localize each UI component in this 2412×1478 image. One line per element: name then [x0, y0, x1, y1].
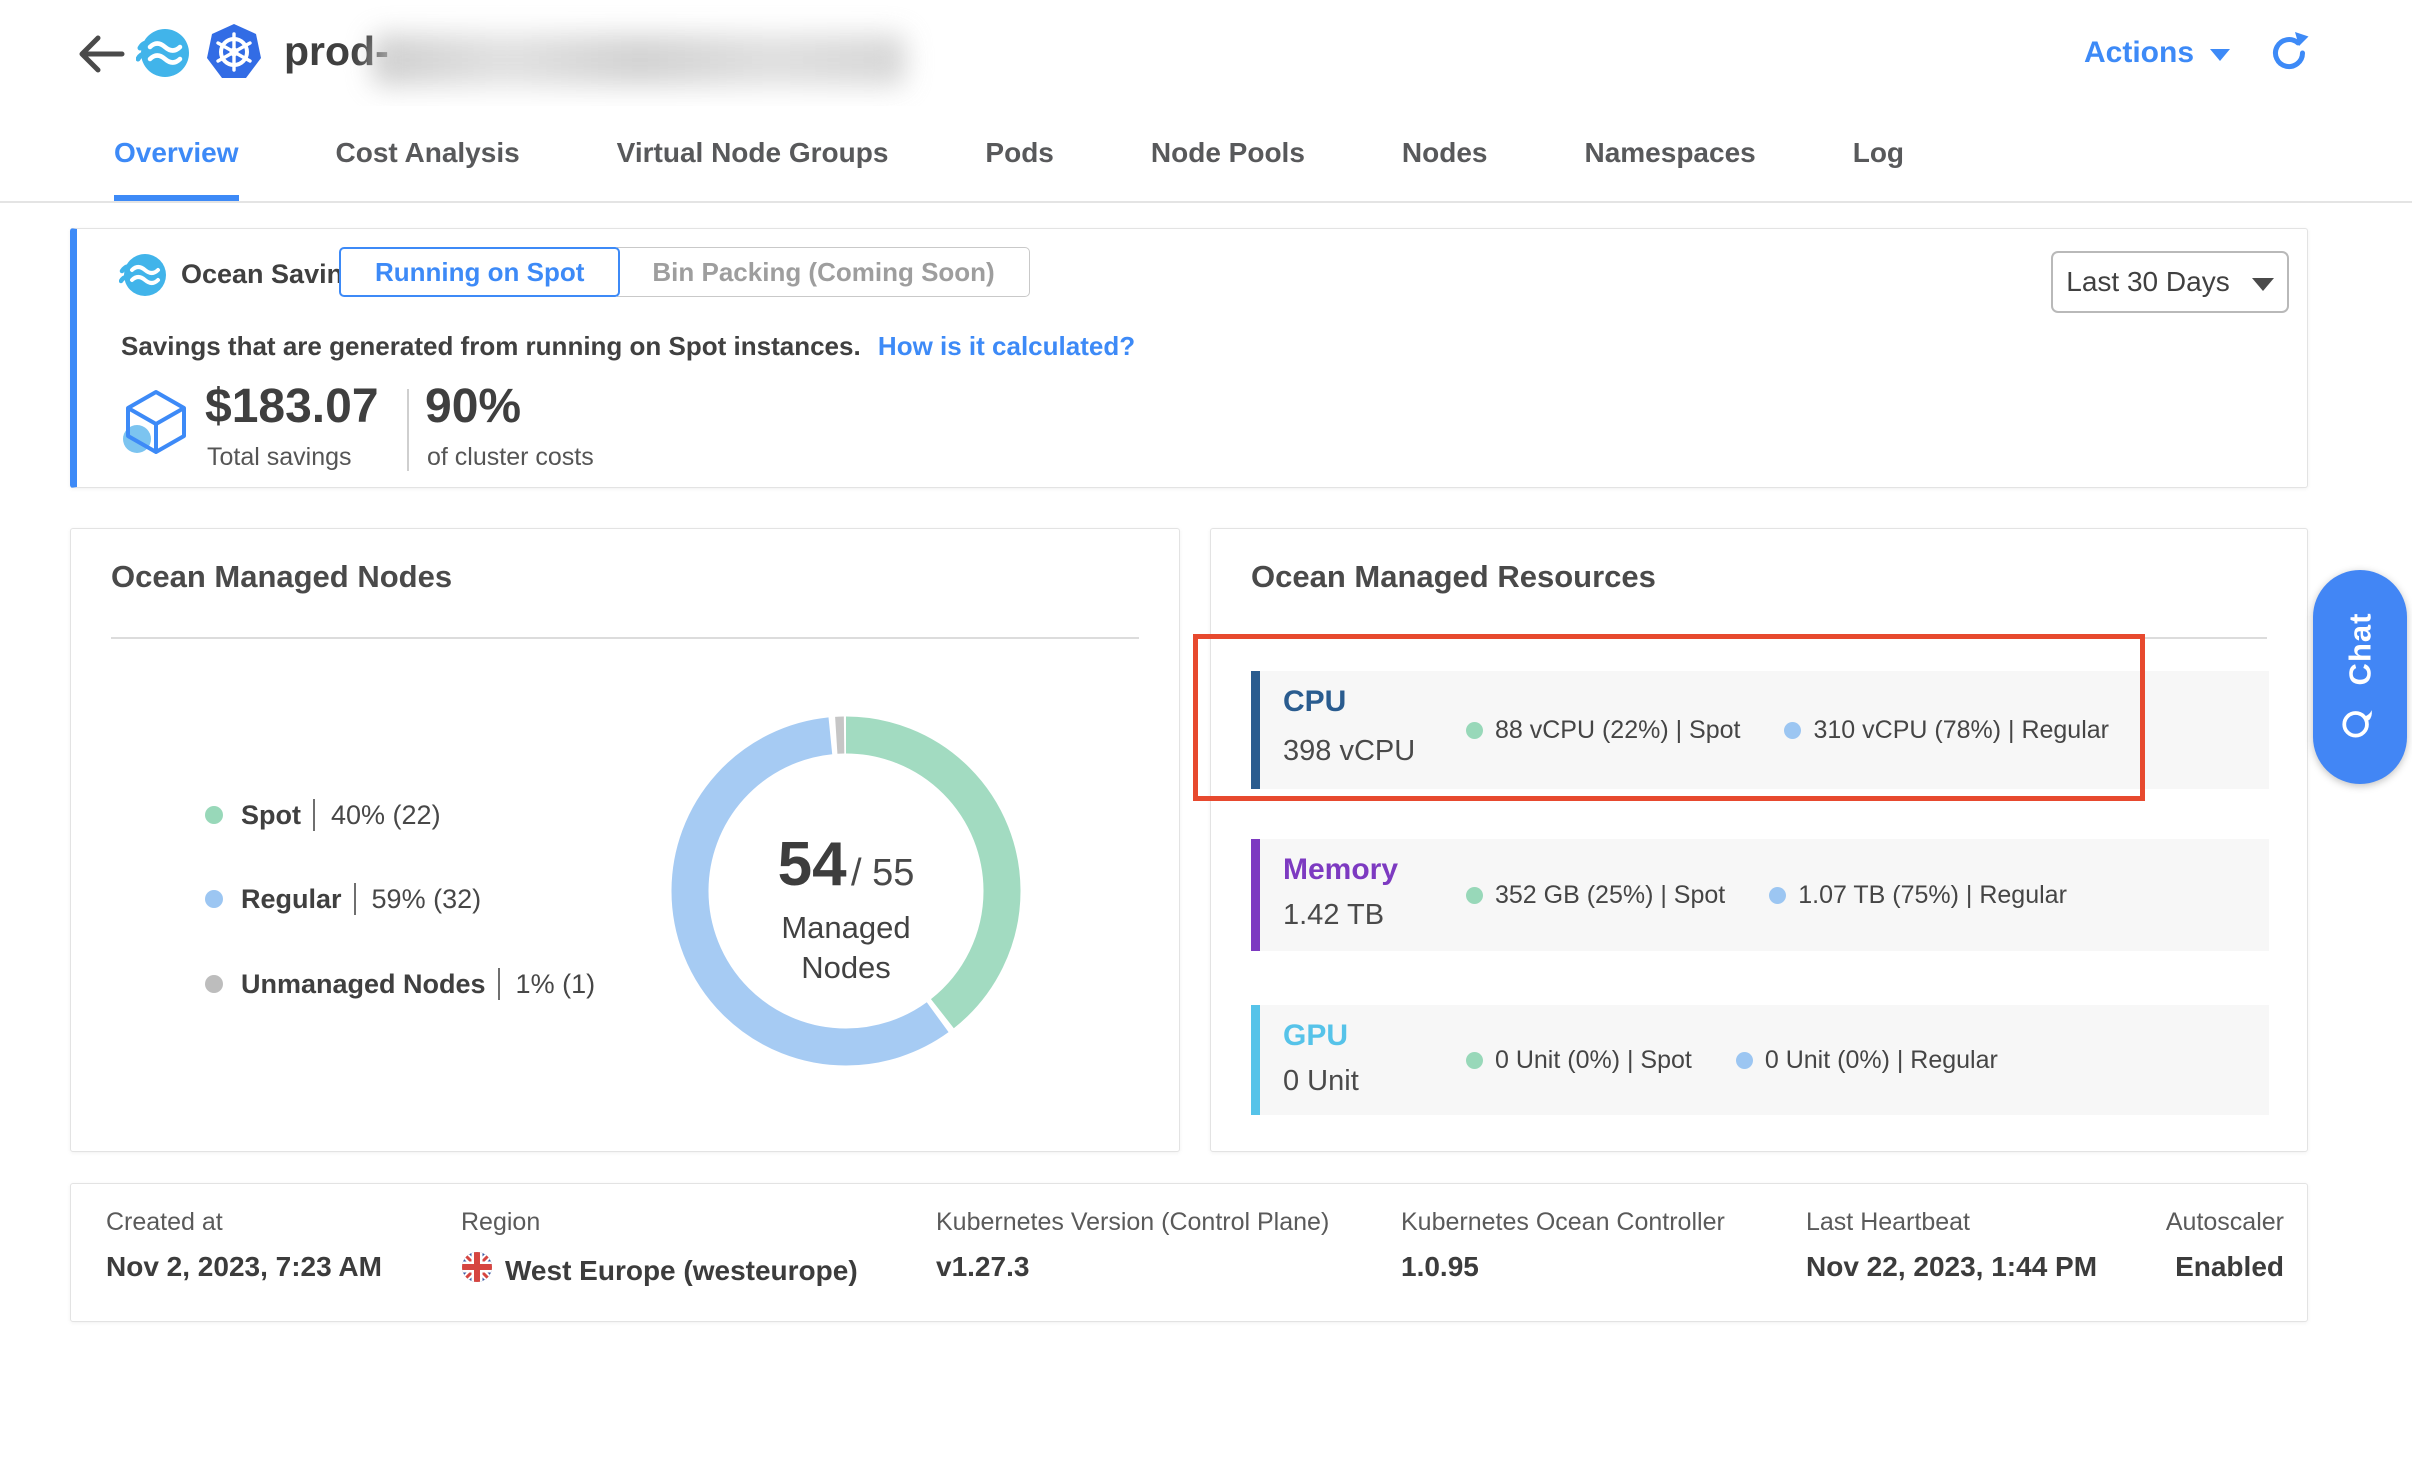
memory-regular-stat: 1.07 TB (75%) | Regular — [1769, 881, 2067, 910]
cluster-cost-pct-value: 90% — [425, 379, 521, 434]
spot-dot-icon — [1466, 887, 1483, 904]
created-at-value: Nov 2, 2023, 7:23 AM — [106, 1251, 382, 1283]
how-calculated-link[interactable]: How is it calculated? — [878, 331, 1135, 361]
gpu-spot-stat: 0 Unit (0%) | Spot — [1466, 1046, 1692, 1075]
ocean-managed-nodes-card: Ocean Managed Nodes Spot 40% (22) Regula… — [70, 528, 1180, 1152]
spot-dot-icon — [205, 806, 223, 824]
tab-bar: Overview Cost Analysis Virtual Node Grou… — [0, 106, 2412, 203]
tab-virtual-node-groups[interactable]: Virtual Node Groups — [617, 106, 889, 201]
gpu-accent-bar — [1251, 1005, 1260, 1115]
gpu-name: GPU — [1283, 1019, 1348, 1053]
legend-item-unmanaged: Unmanaged Nodes 1% (1) — [205, 964, 595, 1004]
tab-namespaces[interactable]: Namespaces — [1584, 106, 1755, 201]
toggle-running-on-spot[interactable]: Running on Spot — [339, 247, 620, 297]
resource-row-gpu: GPU 0 Unit 0 Unit (0%) | Spot 0 Unit (0%… — [1251, 1005, 2269, 1115]
unmanaged-dot-icon — [205, 975, 223, 993]
regular-dot-icon — [1736, 1052, 1753, 1069]
controller-value: 1.0.95 — [1401, 1251, 1725, 1283]
tab-nodes[interactable]: Nodes — [1402, 106, 1488, 201]
resources-card-title: Ocean Managed Resources — [1251, 559, 1656, 595]
spot-dot-icon — [1466, 1052, 1483, 1069]
resource-row-memory: Memory 1.42 TB 352 GB (25%) | Spot 1.07 … — [1251, 839, 2269, 951]
regular-dot-icon — [1769, 887, 1786, 904]
refresh-icon — [2266, 30, 2312, 76]
savings-cube-icon — [121, 387, 191, 459]
savings-toggle: Running on Spot Bin Packing (Coming Soon… — [339, 247, 1030, 297]
chevron-down-icon — [2252, 278, 2274, 291]
cpu-spot-stat: 88 vCPU (22%) | Spot — [1466, 716, 1740, 745]
savings-description-text: Savings that are generated from running … — [121, 331, 861, 361]
managed-count: 54 — [778, 830, 847, 899]
chat-bubble-icon — [2341, 703, 2380, 741]
controller-column: Kubernetes Ocean Controller 1.0.95 — [1401, 1208, 1725, 1283]
regular-dot-icon — [1784, 722, 1801, 739]
back-button[interactable] — [76, 32, 126, 76]
actions-button[interactable]: Actions — [2084, 36, 2230, 70]
actions-label: Actions — [2084, 36, 2194, 70]
memory-total: 1.42 TB — [1283, 899, 1384, 932]
created-at-column: Created at Nov 2, 2023, 7:23 AM — [106, 1208, 382, 1283]
ocean-logo-icon — [136, 26, 190, 80]
regular-dot-icon — [205, 890, 223, 908]
ocean-savings-icon — [119, 251, 167, 299]
spot-dot-icon — [1466, 722, 1483, 739]
divider — [1251, 637, 2267, 639]
cluster-title-redacted — [372, 34, 906, 86]
back-arrow-icon — [76, 32, 126, 76]
cluster-cost-pct-label: of cluster costs — [427, 443, 594, 472]
tab-node-pools[interactable]: Node Pools — [1151, 106, 1305, 201]
header: prod- Actions — [0, 0, 2412, 106]
gpu-total: 0 Unit — [1283, 1065, 1359, 1098]
legend-item-spot: Spot 40% (22) — [205, 795, 441, 835]
chevron-down-icon — [2210, 49, 2230, 61]
heartbeat-value: Nov 22, 2023, 1:44 PM — [1806, 1251, 2097, 1283]
uk-flag-icon — [461, 1251, 493, 1290]
autoscaler-value: Enabled — [2166, 1251, 2284, 1283]
heartbeat-column: Last Heartbeat Nov 22, 2023, 1:44 PM — [1806, 1208, 2097, 1283]
tab-cost-analysis[interactable]: Cost Analysis — [336, 106, 520, 201]
gpu-regular-stat: 0 Unit (0%) | Regular — [1736, 1046, 1998, 1075]
cpu-total: 398 vCPU — [1283, 735, 1415, 768]
region-value: West Europe (westeurope) — [505, 1255, 858, 1287]
k8s-version-value: v1.27.3 — [936, 1251, 1329, 1283]
ocean-cluster-overview-page: prod- Actions Overview Cost Analysis Vir… — [0, 0, 2412, 1478]
region-column: Region West Europe (westeurope) — [461, 1208, 858, 1290]
resource-row-cpu: CPU 398 vCPU 88 vCPU (22%) | Spot 310 vC… — [1251, 671, 2269, 789]
total-savings-value: $183.07 — [205, 379, 379, 434]
memory-name: Memory — [1283, 853, 1398, 887]
cpu-accent-bar — [1251, 671, 1260, 789]
savings-description: Savings that are generated from running … — [121, 331, 1135, 362]
autoscaler-column: Autoscaler Enabled — [2166, 1208, 2284, 1283]
ocean-managed-resources-card: Ocean Managed Resources CPU 398 vCPU 88 … — [1210, 528, 2308, 1152]
tab-overview[interactable]: Overview — [114, 106, 239, 201]
memory-accent-bar — [1251, 839, 1260, 951]
savings-divider — [407, 389, 409, 471]
total-savings-label: Total savings — [207, 443, 352, 472]
toggle-bin-packing[interactable]: Bin Packing (Coming Soon) — [617, 247, 1029, 297]
memory-spot-stat: 352 GB (25%) | Spot — [1466, 881, 1725, 910]
refresh-button[interactable] — [2266, 30, 2312, 76]
period-dropdown[interactable]: Last 30 Days — [2051, 251, 2289, 313]
period-value: Last 30 Days — [2066, 266, 2229, 298]
total-count: / 55 — [851, 852, 914, 894]
cpu-name: CPU — [1283, 685, 1346, 719]
donut-center-label: 54 / 55 Managed Nodes — [656, 829, 1036, 988]
ocean-savings-card: Ocean Savings: Running on Spot Bin Packi… — [70, 228, 2308, 488]
tab-log[interactable]: Log — [1853, 106, 1904, 201]
tab-pods[interactable]: Pods — [985, 106, 1053, 201]
divider — [111, 637, 1139, 639]
k8s-version-column: Kubernetes Version (Control Plane) v1.27… — [936, 1208, 1329, 1283]
legend-item-regular: Regular 59% (32) — [205, 879, 481, 919]
nodes-card-title: Ocean Managed Nodes — [111, 559, 452, 595]
cluster-info-bar: Created at Nov 2, 2023, 7:23 AM Region — [70, 1183, 2308, 1322]
kubernetes-logo-icon — [204, 22, 264, 82]
cpu-regular-stat: 310 vCPU (78%) | Regular — [1784, 716, 2109, 745]
chat-button[interactable]: Chat — [2313, 570, 2407, 784]
